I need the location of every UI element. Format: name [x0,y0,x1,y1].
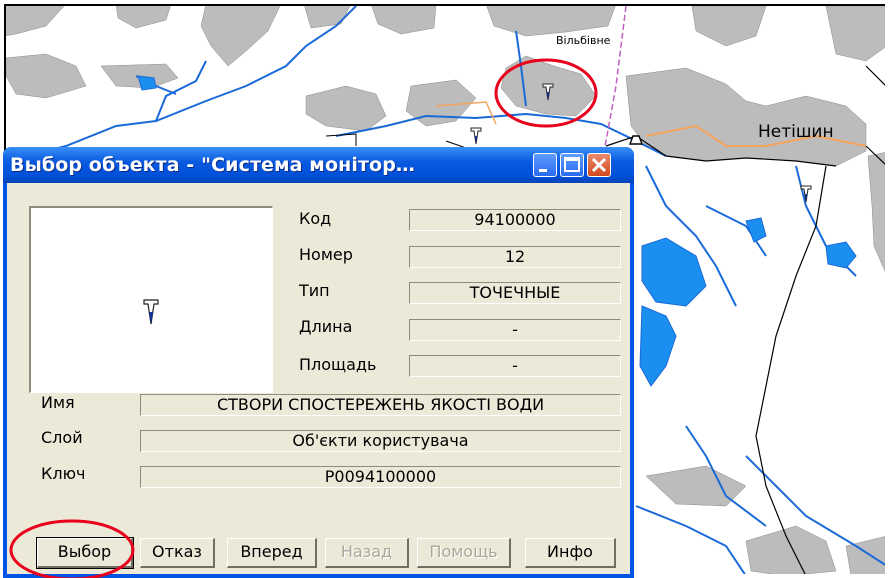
maximize-icon [564,157,580,172]
close-icon [591,157,607,173]
type-field: ТОЧЕЧНЫЕ [409,282,621,304]
area-field: - [409,355,621,377]
dialog-titlebar[interactable]: Выбор объекта - "Система монітор… [3,147,634,183]
code-label: Код [299,209,332,228]
cancel-button[interactable]: Отказ [140,538,215,568]
dialog-body: Код 94100000 Номер 12 Тип ТОЧЕЧНЫЕ Длина… [7,183,630,574]
maximize-button[interactable] [560,153,584,177]
info-button[interactable]: Инфо [525,538,616,568]
back-button[interactable]: Назад [325,538,409,568]
monitoring-point-icon [143,299,159,325]
close-button[interactable] [587,153,611,177]
key-label: Ключ [41,464,86,483]
number-label: Номер [299,245,353,264]
dialog-title: Выбор объекта - "Система монітор… [10,154,415,176]
monitoring-point-icon[interactable] [470,127,482,145]
select-object-dialog: Выбор объекта - "Система монітор… Код 94… [3,147,634,578]
name-label: Имя [41,393,75,412]
minimize-icon [539,169,547,172]
select-button[interactable]: Выбор [36,537,134,569]
object-preview [29,206,273,393]
screenshot-frame: Вільбівне Нетішин Выбор объекта - "Систе… [0,0,889,578]
type-label: Тип [299,281,330,300]
code-field: 94100000 [409,209,621,231]
length-label: Длина [299,317,353,336]
area-label: Площадь [299,355,377,374]
forward-button[interactable]: Вперед [227,538,317,568]
help-button[interactable]: Помощь [417,538,511,568]
minimize-button[interactable] [533,153,557,177]
layer-label: Слой [41,428,83,447]
town-label: Нетішин [758,122,834,142]
village-label: Вільбівне [556,34,611,47]
layer-field: Об'єкти користувача [140,430,621,452]
length-field: - [409,319,621,341]
number-field: 12 [409,246,621,268]
key-field: P0094100000 [140,466,621,488]
name-field: СТВОРИ СПОСТЕРЕЖЕНЬ ЯКОСТІ ВОДИ [140,394,621,416]
